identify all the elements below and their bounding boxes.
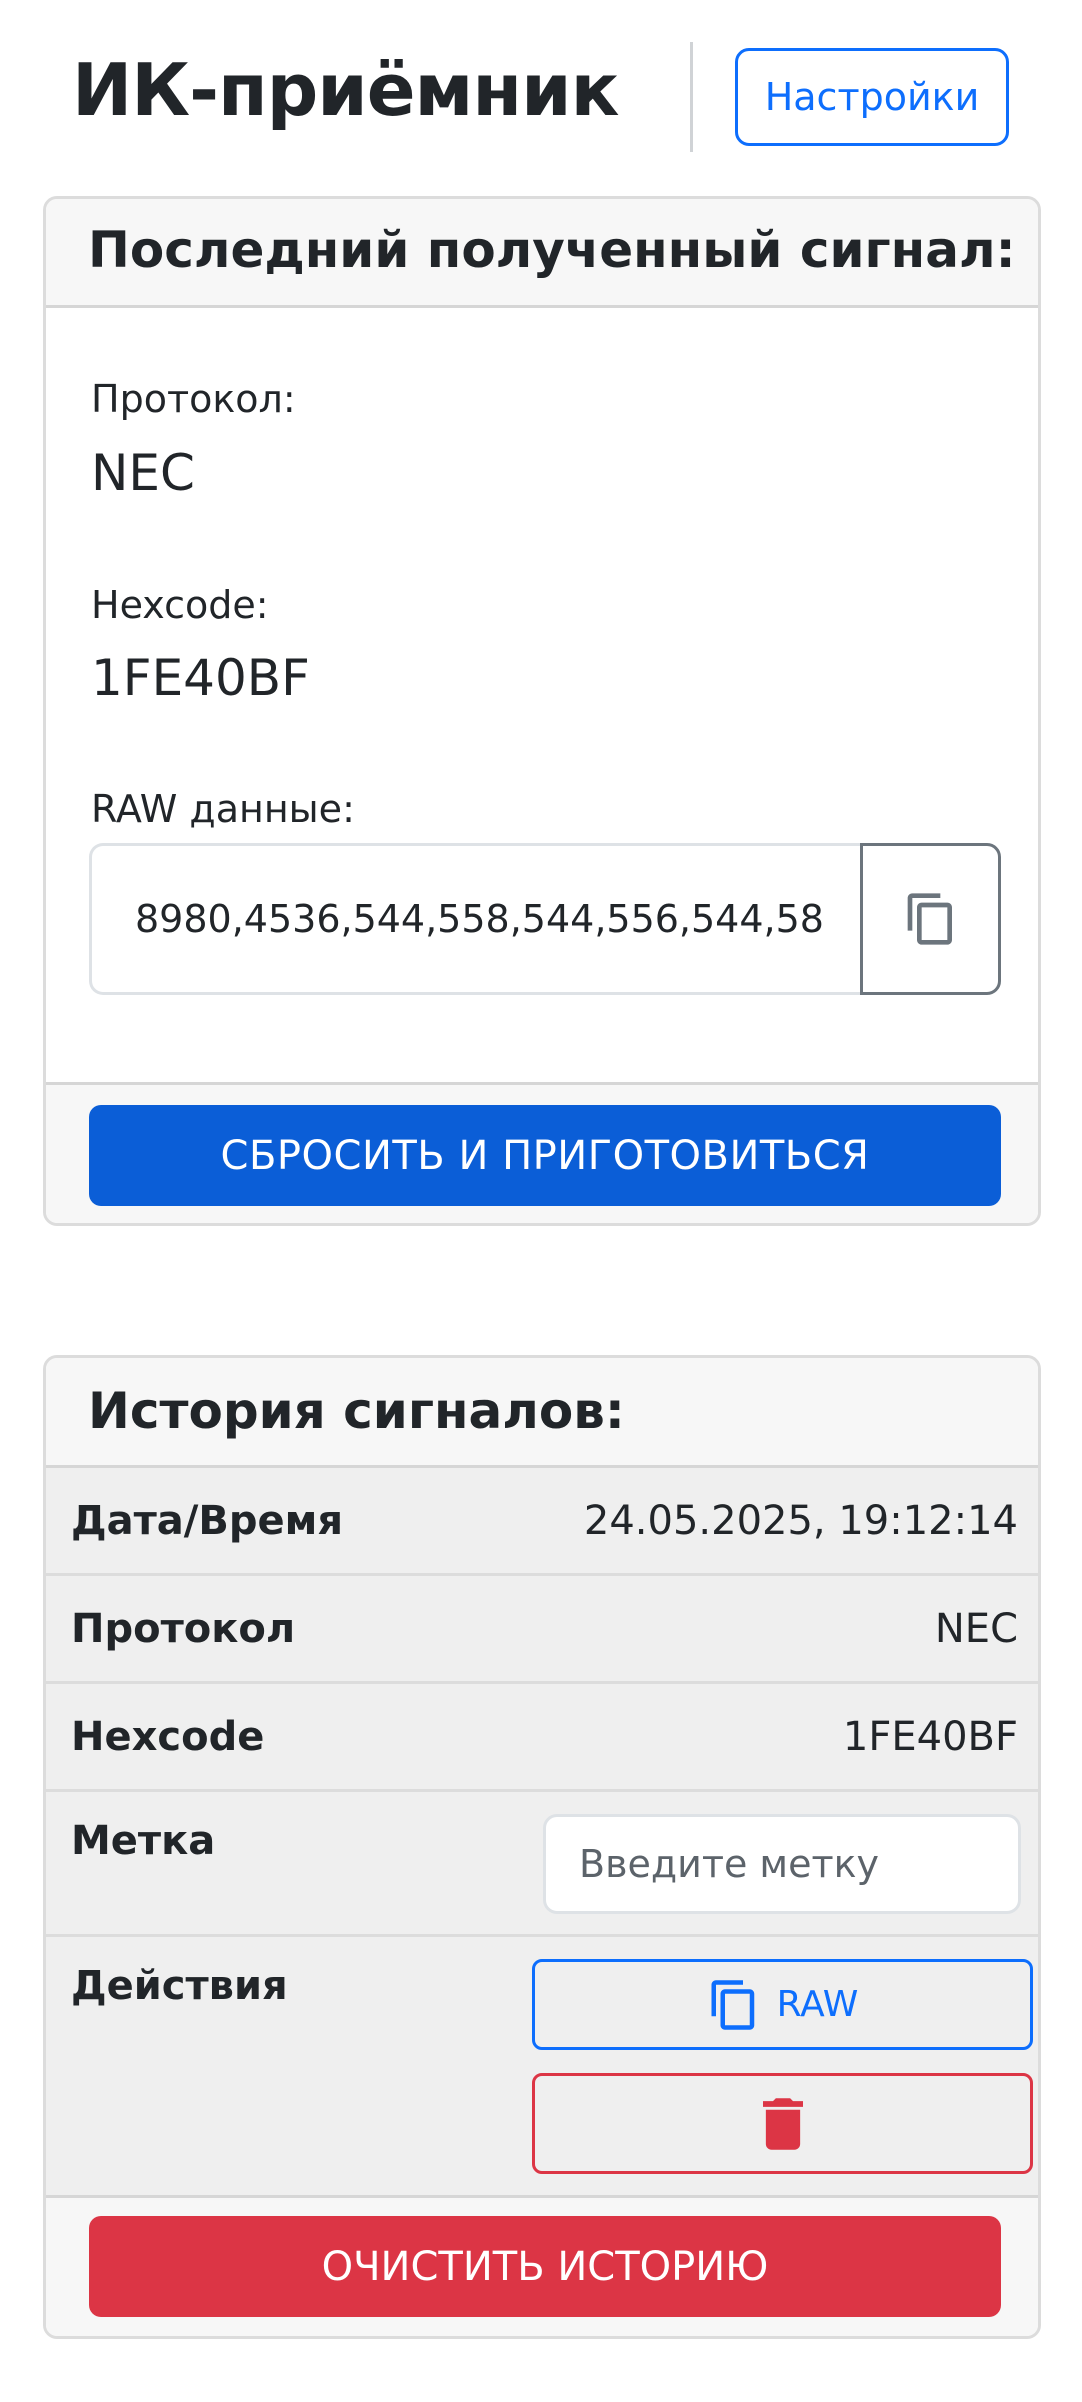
- row-label: Дата/Время: [71, 1498, 344, 1544]
- raw-data-field[interactable]: [89, 843, 863, 995]
- copy-raw-button[interactable]: [860, 843, 1001, 995]
- last-signal-title: Последний полученный сигнал:: [88, 221, 1016, 279]
- hexcode-label: Hexcode:: [91, 583, 269, 627]
- row-label: Протокол: [71, 1606, 296, 1652]
- settings-button[interactable]: Настройки: [735, 48, 1009, 146]
- row-value: NEC: [934, 1606, 1018, 1652]
- history-row-datetime: Дата/Время 24.05.2025, 19:12:14: [46, 1468, 1038, 1576]
- last-signal-card: Последний полученный сигнал: Протокол: N…: [43, 196, 1041, 1226]
- history-card-header: История сигналов:: [46, 1358, 1038, 1468]
- last-signal-card-footer: СБРОСИТЬ И ПРИГОТОВИТЬСЯ: [46, 1082, 1038, 1223]
- protocol-label: Протокол:: [91, 377, 296, 421]
- row-value: 1FE40BF: [842, 1714, 1018, 1760]
- clear-history-button[interactable]: ОЧИСТИТЬ ИСТОРИЮ: [89, 2216, 1001, 2317]
- history-row-tag: Метка: [46, 1792, 1038, 1937]
- history-row-hexcode: Hexcode 1FE40BF: [46, 1684, 1038, 1792]
- header-divider: [690, 42, 693, 152]
- tag-input[interactable]: [543, 1814, 1021, 1914]
- delete-button[interactable]: [532, 2073, 1033, 2174]
- last-signal-card-header: Последний полученный сигнал:: [46, 199, 1038, 308]
- hexcode-value: 1FE40BF: [91, 649, 310, 707]
- history-card-footer: ОЧИСТИТЬ ИСТОРИЮ: [46, 2195, 1038, 2336]
- protocol-value: NEC: [91, 444, 195, 502]
- row-label: Hexcode: [71, 1714, 265, 1760]
- app-header: ИК-приёмник Настройки: [0, 0, 1082, 190]
- raw-data-label: RAW данные:: [91, 787, 355, 831]
- copy-raw-history-button[interactable]: RAW: [532, 1959, 1033, 2050]
- actions-label: Действия: [71, 1963, 288, 2009]
- trash-icon: [762, 2097, 803, 2150]
- history-title: История сигналов:: [88, 1382, 625, 1440]
- history-row-actions: Действия RAW: [46, 1937, 1038, 2195]
- tag-label: Метка: [71, 1818, 216, 1864]
- reset-button[interactable]: СБРОСИТЬ И ПРИГОТОВИТЬСЯ: [89, 1105, 1001, 1206]
- row-value: 24.05.2025, 19:12:14: [583, 1498, 1018, 1544]
- history-row-protocol: Протокол NEC: [46, 1576, 1038, 1684]
- copy-icon: [907, 893, 952, 945]
- copy-icon: [711, 1979, 754, 2030]
- raw-data-input-group: [89, 843, 1001, 995]
- history-card: История сигналов: Дата/Время 24.05.2025,…: [43, 1355, 1041, 2339]
- raw-button-label: RAW: [776, 1984, 859, 2025]
- app-title: ИК-приёмник: [72, 48, 619, 132]
